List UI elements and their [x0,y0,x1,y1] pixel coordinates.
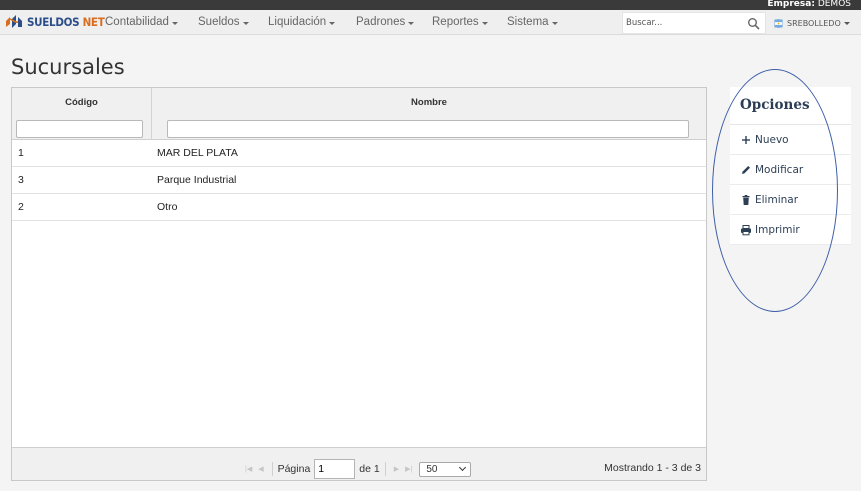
printer-icon [741,224,751,235]
user-flag-icon [774,18,783,28]
options-title: Opciones [740,97,810,113]
page-size-select[interactable]: 50 [419,461,472,477]
pager-divider [384,462,386,476]
menu-reportes[interactable]: Reportes [432,10,507,35]
filter-codigo-input[interactable] [16,120,143,138]
caret-down-icon [551,21,558,25]
page-number-input[interactable] [314,459,356,479]
search-input[interactable] [626,16,736,30]
option-imprimir[interactable]: Imprimir [730,215,851,245]
caret-down-icon [171,21,178,25]
menu-contabilidad[interactable]: Contabilidad [105,10,198,35]
brand-logo-link[interactable]: SUELDOS NET [4,13,105,30]
table-row[interactable]: 1 MAR DEL PLATA [12,140,706,167]
option-modificar[interactable]: Modificar [730,155,851,185]
last-page-icon[interactable]: ▶| [405,465,412,473]
column-header-codigo[interactable]: Código [12,97,151,108]
cell-nombre: Otro [157,201,178,213]
chevron-down-icon [459,463,467,472]
grid-pager: |◀ ◀ Página de 1 ▶ ▶| 50 Mostrando 1 - 3… [12,447,706,480]
next-page-icon[interactable]: ▶ [394,465,399,473]
cell-codigo: 3 [18,174,24,186]
cell-nombre: MAR DEL PLATA [157,147,238,159]
company-indicator: Empresa: DEMOS [767,0,851,9]
table-row[interactable]: 3 Parque Industrial [12,167,706,194]
sucursales-grid: Código Nombre 1 MAR DEL PLATA 3 Parque I… [11,87,707,481]
menu-sistema[interactable]: Sistema [507,10,577,35]
first-page-icon[interactable]: |◀ [245,465,252,473]
brand-logo-icon [6,15,22,28]
pager-controls: |◀ ◀ Página de 1 ▶ ▶| 50 [242,459,472,479]
brand-name: SUELDOS NET [27,14,105,29]
page-label: Página [277,463,311,475]
cell-nombre: Parque Industrial [157,174,237,186]
caret-down-icon [408,21,415,25]
caret-down-icon [329,21,336,25]
filter-nombre-input[interactable] [167,120,689,138]
cell-codigo: 2 [18,201,24,213]
table-row[interactable]: 2 Otro [12,194,706,221]
caret-down-icon [843,22,850,25]
menu-padrones[interactable]: Padrones [356,10,432,35]
records-summary: Mostrando 1 - 3 de 3 [604,462,701,474]
grid-header: Código Nombre [12,88,706,140]
user-menu[interactable]: SREBOLLEDO [774,14,850,32]
cell-codigo: 1 [18,147,24,159]
search-box [622,12,766,34]
caret-down-icon [481,21,488,25]
menu-sueldos[interactable]: Sueldos [198,10,268,35]
prev-page-icon[interactable]: ◀ [258,465,263,473]
main-menu: Contabilidad Sueldos Liquidación Padrone… [105,10,577,35]
user-name: SREBOLLEDO [787,18,841,28]
pager-divider [271,462,273,476]
options-panel: Opciones Nuevo Modificar Eliminar Imprim… [730,87,851,245]
trash-icon [742,194,750,205]
column-divider [151,88,152,140]
page-total: de 1 [359,463,380,475]
search-icon[interactable] [747,17,761,31]
grid-body: 1 MAR DEL PLATA 3 Parque Industrial 2 Ot… [12,140,706,221]
plus-icon [742,135,750,144]
page-title: Sucursales [11,55,125,79]
caret-down-icon [242,21,249,25]
option-nuevo[interactable]: Nuevo [730,125,851,155]
top-strip: Empresa: DEMOS [0,0,861,10]
column-header-nombre[interactable]: Nombre [152,97,706,108]
option-eliminar[interactable]: Eliminar [730,185,851,215]
menu-liquidacion[interactable]: Liquidación [268,10,356,35]
pencil-icon [742,165,750,174]
